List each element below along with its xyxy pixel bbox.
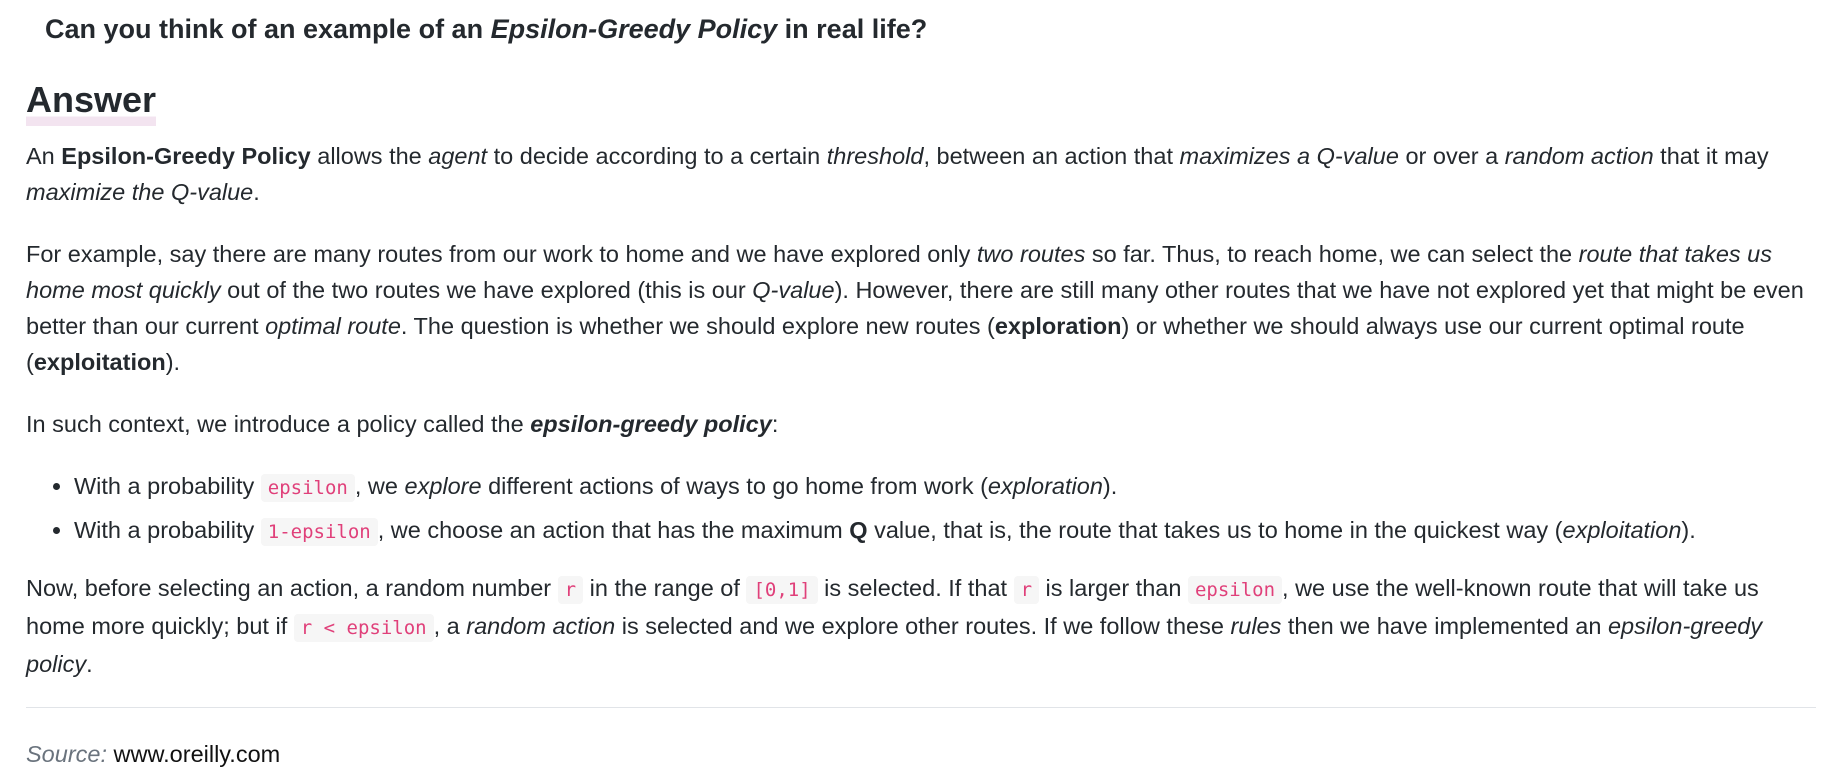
question-suffix: in real life? [777, 14, 928, 44]
source-url: www.oreilly.com [113, 741, 281, 767]
divider [26, 707, 1816, 708]
italic-term: optimal route [265, 313, 401, 339]
italic-term: agent [428, 143, 488, 169]
source-line: Source: www.oreilly.com [26, 738, 280, 770]
text: , a [433, 613, 467, 639]
paragraph-definition: An Epsilon-Greedy Policy allows the agen… [26, 138, 1816, 210]
text: , we [354, 473, 405, 499]
text: or over a [1398, 143, 1505, 169]
bold-term: Epsilon-Greedy Policy [61, 143, 311, 169]
text: For example, say there are many routes f… [26, 241, 977, 267]
text: is selected and we explore other routes.… [615, 613, 1231, 639]
italic-term: two routes [976, 241, 1086, 267]
inline-code: [0,1] [746, 576, 818, 604]
text: allows the [310, 143, 429, 169]
text: value, that is, the route that takes us … [867, 517, 1563, 543]
question-prefix: Can you think of an example of an [45, 14, 491, 44]
list-item: With a probability 1-epsilon, we choose … [74, 512, 1816, 550]
source-label: Source: [26, 741, 107, 767]
italic-term: Q-value [752, 277, 835, 303]
text: is selected. If that [817, 575, 1014, 601]
inline-code: r < epsilon [293, 614, 434, 642]
paragraph-example: For example, say there are many routes f… [26, 236, 1816, 380]
italic-term: exploitation [1562, 517, 1682, 543]
text: , we choose an action that has the maxim… [377, 517, 850, 543]
text: in the range of [583, 575, 747, 601]
text: then we have implemented an [1281, 613, 1608, 639]
text: . [86, 651, 93, 677]
text: . [253, 179, 260, 205]
text: : [771, 411, 779, 437]
text: , between an action that [923, 143, 1180, 169]
question-heading: Can you think of an example of an Epsilo… [45, 14, 927, 45]
answer-content: An Epsilon-Greedy Policy allows the agen… [26, 138, 1816, 682]
text: ). [1102, 473, 1118, 499]
bold-term: exploitation [33, 349, 166, 375]
page: Can you think of an example of an Epsilo… [0, 0, 1824, 784]
text: out of the two routes we have explored (… [220, 277, 753, 303]
text: is larger than [1039, 575, 1188, 601]
paragraph-intro-policy: In such context, we introduce a policy c… [26, 406, 1816, 442]
policy-bullet-list: With a probability epsilon, we explore d… [26, 468, 1816, 550]
italic-term: explore [404, 473, 482, 499]
italic-term: maximize the Q-value [26, 179, 254, 205]
text: ). [1681, 517, 1696, 543]
italic-term: exploration [987, 473, 1103, 499]
bold-italic-term: epsilon-greedy policy [530, 411, 772, 437]
inline-code: r [1013, 576, 1040, 604]
text: Now, before selecting an action, a rando… [26, 575, 558, 601]
text: In such context, we introduce a policy c… [26, 411, 531, 437]
italic-term: threshold [826, 143, 924, 169]
inline-code: epsilon [260, 474, 355, 502]
bold-term: Q [849, 517, 868, 543]
list-item: With a probability epsilon, we explore d… [74, 468, 1816, 506]
text: ). [165, 349, 181, 375]
text: An [26, 143, 62, 169]
text: to decide according to a certain [487, 143, 827, 169]
inline-code: epsilon [1187, 576, 1283, 604]
text: that it may [1653, 143, 1769, 169]
text: . The question is whether we should expl… [400, 313, 995, 339]
bold-term: exploration [994, 313, 1122, 339]
italic-term: rules [1230, 613, 1282, 639]
answer-heading: Answer [26, 74, 157, 126]
italic-term: maximizes a Q-value [1179, 143, 1399, 169]
italic-term: random action [1504, 143, 1654, 169]
text: different actions of ways to go home fro… [481, 473, 988, 499]
text: With a probability [74, 517, 261, 543]
paragraph-algorithm: Now, before selecting an action, a rando… [26, 570, 1816, 682]
question-emphasis: Epsilon-Greedy Policy [490, 14, 778, 44]
text: With a probability [74, 473, 261, 499]
italic-term: random action [466, 613, 616, 639]
text: so far. Thus, to reach home, we can sele… [1085, 241, 1579, 267]
inline-code: 1-epsilon [260, 518, 378, 546]
inline-code: r [557, 576, 584, 604]
